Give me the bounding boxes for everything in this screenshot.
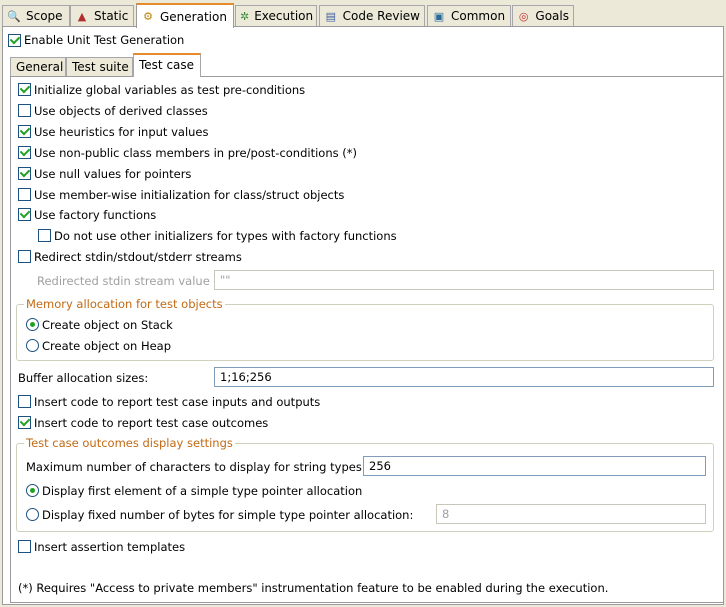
redirected-value-field[interactable]: "" (214, 270, 714, 290)
magnifier-icon: 🔍 (7, 9, 21, 23)
outcomes-group-title: Test case outcomes display settings (24, 436, 235, 450)
null-values-checkbox[interactable] (18, 167, 31, 180)
tab-scope[interactable]: 🔍 Scope (2, 5, 70, 26)
member-wise-checkbox[interactable] (18, 188, 31, 201)
fixed-bytes-radio[interactable] (26, 508, 39, 521)
redirected-value-label: Redirected stdin stream value (37, 274, 210, 288)
init-globals-label: Initialize global variables as test pre-… (34, 83, 306, 97)
tab-static[interactable]: ▲ Static (70, 5, 134, 26)
memory-group-title: Memory allocation for test objects (24, 297, 225, 311)
footnote: (*) Requires "Access to private members"… (18, 581, 609, 595)
redirect-checkbox[interactable] (18, 250, 31, 263)
stack-radio[interactable] (26, 318, 39, 331)
stack-label: Create object on Stack (42, 318, 173, 332)
derived-classes-checkbox[interactable] (18, 104, 31, 117)
inner-tab-general[interactable]: General (10, 57, 66, 77)
heuristics-label: Use heuristics for input values (34, 125, 209, 139)
tab-common[interactable]: ▣ Common (427, 5, 511, 26)
enable-unit-test-checkbox[interactable] (8, 34, 21, 47)
first-element-radio[interactable] (26, 484, 39, 497)
derived-classes-label: Use objects of derived classes (34, 104, 208, 118)
max-chars-label: Maximum number of characters to display … (26, 460, 366, 474)
execution-icon: ✲ (240, 9, 250, 23)
no-other-init-checkbox[interactable] (38, 229, 51, 242)
tab-goals[interactable]: ◎ Goals (512, 5, 574, 26)
factory-checkbox[interactable] (18, 208, 31, 221)
report-inputs-outputs-checkbox[interactable] (18, 395, 31, 408)
null-values-label: Use null values for pointers (34, 167, 192, 181)
common-icon: ▣ (433, 9, 445, 23)
top-tab-bar: 🔍 Scope ▲ Static ⚙ Generation ✲ Execution ▤ C… (2, 3, 724, 28)
non-public-checkbox[interactable] (18, 146, 31, 159)
target-icon: ◎ (518, 9, 529, 23)
code-review-icon: ▤ (325, 9, 337, 23)
factory-label: Use factory functions (34, 208, 157, 222)
no-other-init-label: Do not use other initializers for types … (54, 229, 397, 243)
heap-label: Create object on Heap (42, 339, 172, 353)
assertion-checkbox[interactable] (18, 540, 31, 553)
heap-radio[interactable] (26, 339, 39, 352)
fixed-bytes-label: Display fixed number of bytes for simple… (42, 508, 414, 522)
enable-unit-test-label: Enable Unit Test Generation (24, 33, 185, 47)
fixed-bytes-field[interactable]: 8 (436, 504, 706, 524)
first-element-label: Display first element of a simple type p… (42, 484, 363, 498)
inner-tab-test-case[interactable]: Test case (133, 53, 201, 77)
tab-execution[interactable]: ✲ Execution (235, 5, 317, 26)
report-outcomes-checkbox[interactable] (18, 416, 31, 429)
inner-tab-test-suite[interactable]: Test suite (66, 57, 133, 77)
buffer-label: Buffer allocation sizes: (18, 371, 149, 385)
report-inputs-outputs-label: Insert code to report test case inputs a… (34, 395, 321, 409)
redirect-label: Redirect stdin/stdout/stderr streams (34, 250, 242, 264)
assertion-label: Insert assertion templates (34, 540, 186, 554)
heuristics-checkbox[interactable] (18, 125, 31, 138)
buffer-field[interactable]: 1;16;256 (214, 367, 714, 387)
tab-generation[interactable]: ⚙ Generation (136, 3, 234, 28)
report-outcomes-label: Insert code to report test case outcomes (34, 416, 269, 430)
non-public-label: Use non-public class members in pre/post… (34, 146, 357, 160)
member-wise-label: Use member-wise initialization for class… (34, 188, 345, 202)
max-chars-field[interactable]: 256 (363, 456, 706, 476)
tab-code-review[interactable]: ▤ Code Review (319, 5, 425, 26)
gears-icon: ⚙ (143, 10, 153, 23)
init-globals-checkbox[interactable] (18, 83, 31, 96)
static-analysis-icon: ▲ (77, 9, 87, 23)
